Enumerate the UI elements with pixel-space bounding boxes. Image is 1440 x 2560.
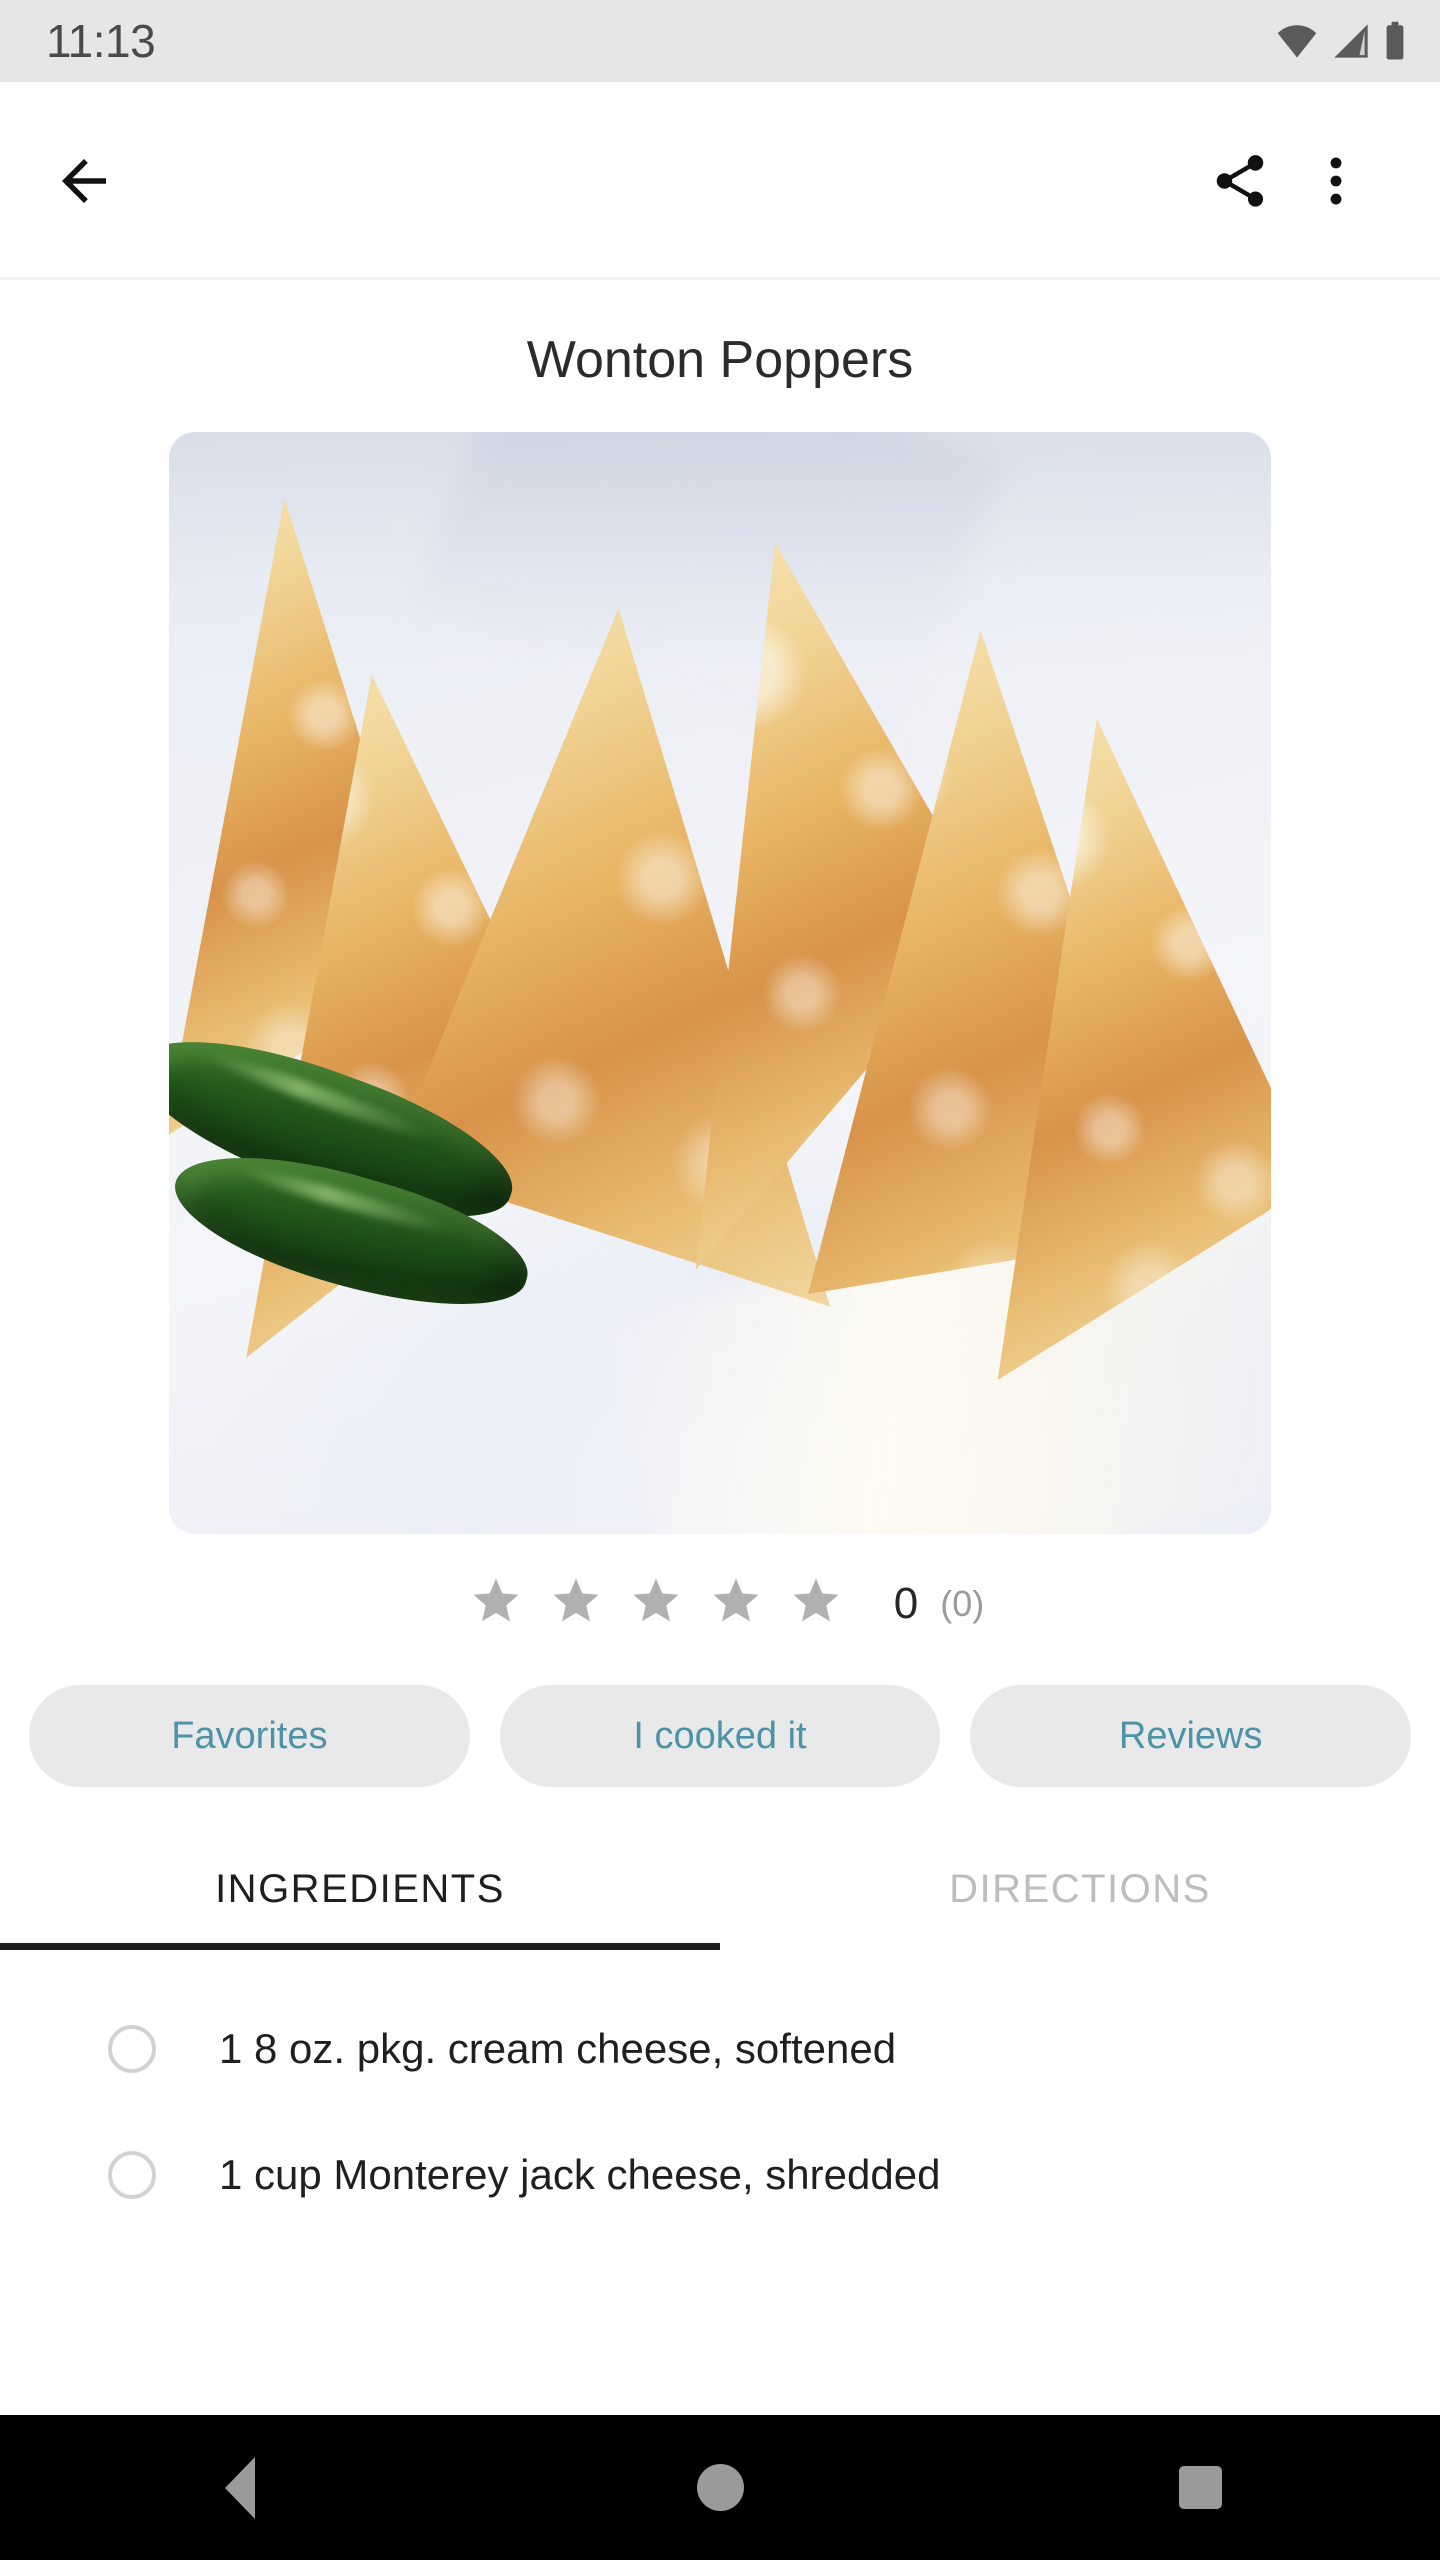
i-cooked-it-button[interactable]: I cooked it (499, 1685, 941, 1788)
rating-star[interactable] (629, 1574, 683, 1633)
android-navigation-bar (0, 2415, 1440, 2560)
ingredient-label: 1 8 oz. pkg. cream cheese, softened (219, 2025, 897, 2073)
nav-recents-icon (1178, 2466, 1222, 2509)
nav-recents-button[interactable] (1110, 2415, 1290, 2560)
recipe-photo-image (169, 432, 1271, 1535)
status-bar: 11:13 (0, 0, 1440, 82)
nav-back-button[interactable] (150, 2415, 330, 2560)
overflow-menu-button[interactable] (1288, 133, 1384, 229)
back-button[interactable] (36, 133, 132, 229)
nav-back-icon (225, 2456, 255, 2519)
wifi-icon (1276, 20, 1318, 62)
ingredient-checkbox[interactable] (108, 2151, 156, 2200)
ingredient-label: 1 cup Monterey jack cheese, shredded (219, 2151, 941, 2199)
rating-value: 0 (893, 1578, 919, 1628)
cellular-signal-icon (1331, 20, 1371, 62)
nav-home-icon (696, 2464, 744, 2511)
rating-star[interactable] (789, 1574, 843, 1633)
arrow-back-icon (51, 148, 117, 214)
share-button[interactable] (1192, 133, 1288, 229)
ingredient-checkbox[interactable] (108, 2025, 156, 2074)
nav-home-button[interactable] (630, 2415, 810, 2560)
recipe-detail-screen: 11:13 Wonton Poppers 0 (0) Favorites I c… (0, 0, 1440, 2560)
ingredients-list: 1 8 oz. pkg. cream cheese, softened 1 cu… (0, 1950, 1440, 2238)
rating-count: (0) (940, 1582, 985, 1624)
recipe-content: Wonton Poppers 0 (0) Favorites I cooked … (0, 280, 1440, 2415)
reviews-button[interactable]: Reviews (970, 1685, 1412, 1788)
photo-shadow-diagonal (414, 432, 1004, 774)
recipe-photo[interactable] (169, 432, 1271, 1535)
rating-star[interactable] (549, 1574, 603, 1633)
app-bar (0, 82, 1440, 280)
status-bar-clock: 11:13 (46, 15, 156, 67)
page-title: Wonton Poppers (526, 331, 914, 389)
favorites-button[interactable]: Favorites (29, 1685, 470, 1788)
rating-row: 0 (0) (0, 1574, 1440, 1633)
tab-ingredients[interactable]: INGREDIENTS (0, 1867, 720, 1950)
tab-bar: INGREDIENTS DIRECTIONS (0, 1867, 1440, 1951)
share-icon (1209, 150, 1271, 212)
list-item[interactable]: 1 cup Monterey jack cheese, shredded (0, 2112, 1440, 2238)
rating-star[interactable] (709, 1574, 763, 1633)
tab-active-indicator (0, 1943, 720, 1951)
action-buttons-row: Favorites I cooked it Reviews (0, 1685, 1440, 1788)
tab-directions[interactable]: DIRECTIONS (720, 1867, 1440, 1950)
rating-star[interactable] (469, 1574, 523, 1633)
battery-icon (1384, 20, 1406, 62)
more-vert-icon (1305, 150, 1367, 212)
list-item[interactable]: 1 8 oz. pkg. cream cheese, softened (0, 1986, 1440, 2112)
status-bar-icons (1276, 20, 1406, 62)
